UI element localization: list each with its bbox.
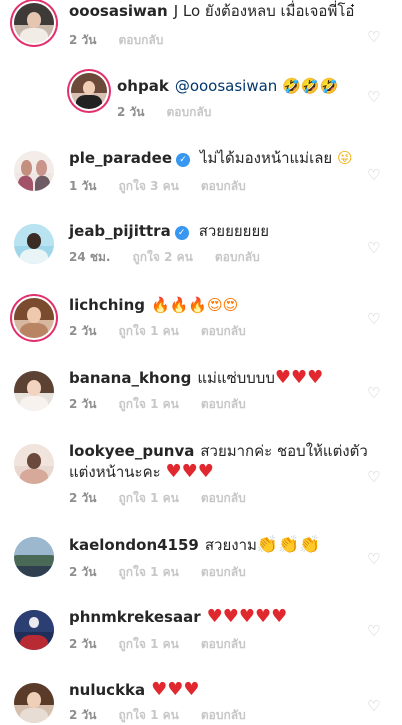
comment-text: jeab_pijittra ✓ สวยยยยยย <box>69 222 270 240</box>
reply-button[interactable]: ตอบกลับ <box>201 565 246 579</box>
mention-link[interactable]: @ooosasiwan <box>175 77 278 95</box>
comment-text: phnmkrekesaar ♥♥♥♥♥ <box>69 606 288 627</box>
reply-button[interactable]: ตอบกลับ <box>215 250 260 264</box>
avatar[interactable] <box>14 298 54 338</box>
avatar[interactable] <box>14 151 54 191</box>
avatar[interactable] <box>14 224 54 264</box>
avatar[interactable] <box>14 537 54 577</box>
reply-button[interactable]: ตอบกลับ <box>201 179 246 193</box>
like-heart-icon[interactable]: ♡ <box>367 470 381 485</box>
timestamp: 1 วัน <box>69 179 97 193</box>
comment-meta: 2 วัน ถูกใจ 1 คน ตอบกลับ <box>69 563 246 582</box>
comment-text: lichching 🔥🔥🔥😍😍 <box>69 296 239 314</box>
timestamp: 2 วัน <box>69 637 97 651</box>
avatar[interactable] <box>14 444 54 484</box>
comment-meta: 24 ชม. ถูกใจ 2 คน ตอบกลับ <box>69 248 260 267</box>
comment-text: kaelondon4159 สวยงาม👏👏👏 <box>69 535 321 555</box>
avatar[interactable] <box>14 683 54 723</box>
username[interactable]: phnmkrekesaar <box>69 608 201 626</box>
like-heart-icon[interactable]: ♡ <box>367 624 381 639</box>
comment-meta: 2 วัน ถูกใจ 1 คน ตอบกลับ <box>69 635 246 654</box>
like-heart-icon[interactable]: ♡ <box>367 90 381 105</box>
timestamp: 2 วัน <box>117 105 145 119</box>
reply-button[interactable]: ตอบกลับ <box>201 637 246 651</box>
username[interactable]: banana_khong <box>69 369 191 387</box>
timestamp: 24 ชม. <box>69 250 111 264</box>
username[interactable]: lichching <box>69 296 145 314</box>
username[interactable]: kaelondon4159 <box>69 536 199 554</box>
likes-count[interactable]: ถูกใจ 1 คน <box>118 324 178 338</box>
username[interactable]: lookyee_punva <box>69 442 194 460</box>
like-heart-icon[interactable]: ♡ <box>367 552 381 567</box>
comment-meta: 2 วัน ถูกใจ 1 คน ตอบกลับ <box>69 322 246 341</box>
comment-meta: 2 วัน ถูกใจ 1 คน ตอบกลับ <box>69 706 246 725</box>
comment-meta: 1 วัน ถูกใจ 3 คน ตอบกลับ <box>69 177 246 196</box>
likes-count[interactable]: ถูกใจ 1 คน <box>118 708 178 722</box>
username[interactable]: jeab_pijittra <box>69 222 171 240</box>
comment-meta: 2 วัน ถูกใจ 1 คน ตอบกลับ <box>69 489 246 508</box>
comment-text-continued: แต่งหน้านะคะ ♥♥♥ <box>69 461 214 482</box>
likes-count[interactable]: ถูกใจ 2 คน <box>133 250 193 264</box>
likes-count[interactable]: ถูกใจ 1 คน <box>118 637 178 651</box>
comment-meta: 2 วัน ตอบกลับ <box>117 103 211 122</box>
likes-count[interactable]: ถูกใจ 1 คน <box>118 397 178 411</box>
comment-text: ohpak @ooosasiwan 🤣🤣🤣 <box>117 77 339 95</box>
reply-button[interactable]: ตอบกลับ <box>118 33 163 47</box>
username[interactable]: nuluckka <box>69 681 145 699</box>
verified-badge-icon: ✓ <box>174 226 189 240</box>
reply-button[interactable]: ตอบกลับ <box>201 397 246 411</box>
reply-button[interactable]: ตอบกลับ <box>201 708 246 722</box>
avatar[interactable] <box>71 73 107 109</box>
likes-count[interactable]: ถูกใจ 3 คน <box>118 179 178 193</box>
verified-badge-icon: ✓ <box>176 153 191 167</box>
reply-button[interactable]: ตอบกลับ <box>201 491 246 505</box>
like-heart-icon[interactable]: ♡ <box>367 699 381 714</box>
timestamp: 2 วัน <box>69 565 97 579</box>
timestamp: 2 วัน <box>69 397 97 411</box>
like-heart-icon[interactable]: ♡ <box>367 241 381 256</box>
avatar[interactable] <box>14 610 54 650</box>
username[interactable]: ple_paradee <box>69 149 172 167</box>
like-heart-icon[interactable]: ♡ <box>367 312 381 327</box>
like-heart-icon[interactable]: ♡ <box>367 30 381 45</box>
comment-text: ooosasiwan J Lo ยังต้องหลบ เมื่อเจอพี่โอ๋ <box>69 2 355 20</box>
timestamp: 2 วัน <box>69 324 97 338</box>
reply-button[interactable]: ตอบกลับ <box>166 105 211 119</box>
comment-meta: 2 วัน ถูกใจ 1 คน ตอบกลับ <box>69 395 246 414</box>
avatar[interactable] <box>14 3 54 43</box>
like-heart-icon[interactable]: ♡ <box>367 386 381 401</box>
comment-text: nuluckka ♥♥♥ <box>69 679 200 700</box>
username[interactable]: ooosasiwan <box>69 2 168 20</box>
avatar[interactable] <box>14 371 54 411</box>
like-heart-icon[interactable]: ♡ <box>367 168 381 183</box>
likes-count[interactable]: ถูกใจ 1 คน <box>118 491 178 505</box>
timestamp: 2 วัน <box>69 708 97 722</box>
username[interactable]: ohpak <box>117 77 169 95</box>
timestamp: 2 วัน <box>69 33 97 47</box>
comment-meta: 2 วัน ตอบกลับ <box>69 31 163 50</box>
comment-text: ple_paradee ✓ ไม่ได้มองหน้าแม่เลย 😜 <box>69 149 353 167</box>
comment-text: banana_khong แม่แซ่บบบบ♥♥♥ <box>69 367 324 388</box>
timestamp: 2 วัน <box>69 491 97 505</box>
likes-count[interactable]: ถูกใจ 1 คน <box>118 565 178 579</box>
reply-button[interactable]: ตอบกลับ <box>201 324 246 338</box>
